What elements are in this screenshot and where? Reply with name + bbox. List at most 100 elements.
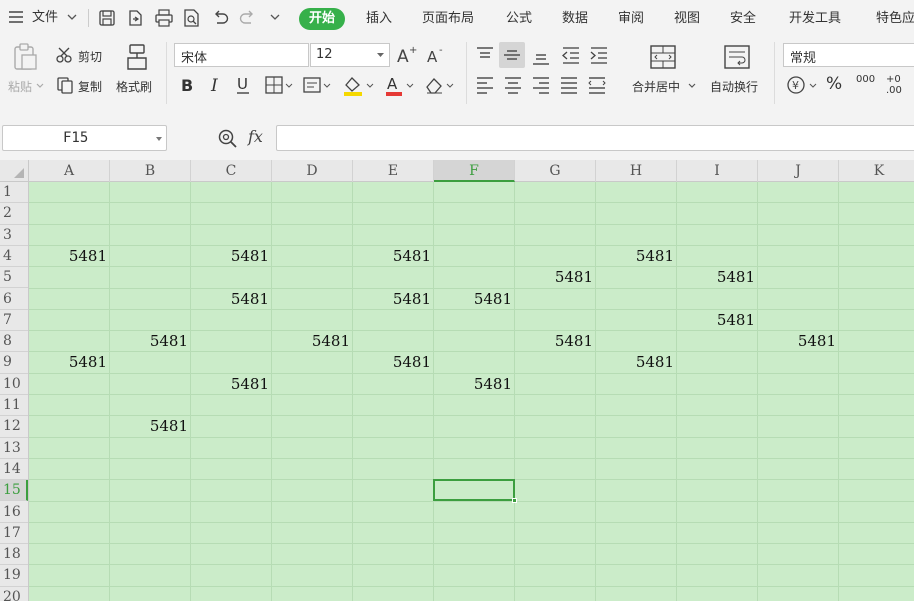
zoom-icon[interactable] (217, 128, 239, 154)
row-header-4[interactable]: 4 (0, 246, 28, 268)
fill-handle[interactable] (512, 498, 517, 504)
row-header-17[interactable]: 17 (0, 523, 28, 545)
align-left-icon[interactable] (474, 74, 496, 100)
format-painter-button[interactable]: 格式刷 (116, 78, 152, 95)
format-painter-icon[interactable] (122, 42, 152, 76)
align-middle-icon[interactable] (499, 42, 525, 68)
tab-insert[interactable]: 插入 (366, 8, 392, 30)
cell-c10[interactable]: 5481 (191, 374, 272, 395)
row-header-7[interactable]: 7 (0, 310, 28, 332)
row-header-20[interactable]: 20 (0, 587, 28, 601)
justify-icon[interactable] (558, 74, 580, 100)
column-header-a[interactable]: A (29, 160, 110, 182)
column-header-h[interactable]: H (596, 160, 677, 182)
merge-center-icon[interactable] (648, 42, 678, 76)
row-header-9[interactable]: 9 (0, 352, 28, 374)
formula-input[interactable] (276, 125, 914, 151)
select-all-corner[interactable] (0, 160, 29, 182)
cell-g8[interactable]: 5481 (515, 331, 596, 352)
indent-icon[interactable] (588, 44, 610, 70)
align-right-icon[interactable] (530, 74, 552, 100)
tab-review[interactable]: 审阅 (618, 8, 644, 30)
fill-color-icon[interactable] (342, 74, 376, 100)
cell-e9[interactable]: 5481 (353, 352, 434, 373)
cell-j8[interactable]: 5481 (758, 331, 839, 352)
undo-icon[interactable] (210, 0, 230, 36)
row-header-6[interactable]: 6 (0, 289, 28, 310)
export-pdf-icon[interactable] (126, 0, 144, 36)
row-header-3[interactable]: 3 (0, 225, 28, 246)
column-header-c[interactable]: C (191, 160, 272, 182)
row-header-15[interactable]: 15 (0, 480, 28, 502)
merge-dropdown-icon[interactable] (688, 80, 696, 95)
column-header-e[interactable]: E (353, 160, 434, 182)
row-header-14[interactable]: 14 (0, 459, 28, 481)
row-header-2[interactable]: 2 (0, 203, 28, 225)
underline-icon[interactable]: U (234, 74, 252, 100)
spreadsheet-grid[interactable]: 5481 5481 5481 5481 5481 5481 5481 5481 5481 5481… (0, 160, 914, 601)
cell-d8[interactable]: 5481 (272, 331, 353, 352)
row-header-12[interactable]: 12 (0, 416, 28, 438)
paste-dropdown-icon[interactable] (36, 78, 44, 96)
cell-e6[interactable]: 5481 (353, 289, 434, 310)
print-preview-icon[interactable] (182, 0, 202, 36)
file-menu[interactable]: 文件 (8, 0, 80, 36)
column-header-f[interactable]: F (434, 160, 515, 182)
cut-button[interactable]: 剪切 (78, 48, 102, 65)
tab-view[interactable]: 视图 (674, 8, 700, 30)
column-header-b[interactable]: B (110, 160, 191, 182)
copy-button[interactable]: 复制 (78, 78, 102, 95)
row-header-8[interactable]: 8 (0, 331, 28, 353)
row-header-13[interactable]: 13 (0, 438, 28, 459)
tab-data[interactable]: 数据 (562, 8, 588, 30)
cell-i7[interactable]: 5481 (677, 310, 758, 331)
print-icon[interactable] (154, 0, 174, 36)
cell-h9[interactable]: 5481 (596, 352, 677, 373)
align-bottom-icon[interactable] (530, 44, 552, 70)
tab-security[interactable]: 安全 (730, 8, 756, 30)
border-icon[interactable] (264, 74, 294, 100)
outdent-icon[interactable] (560, 44, 582, 70)
font-name-select[interactable]: 宋体 (174, 43, 309, 67)
merge-center-button[interactable]: 合并居中 (632, 78, 680, 95)
align-top-icon[interactable] (474, 44, 496, 70)
font-color-icon[interactable]: A (384, 74, 416, 100)
wrap-text-icon[interactable] (722, 42, 752, 76)
cell-e4[interactable]: 5481 (353, 246, 434, 267)
cell-i5[interactable]: 5481 (677, 267, 758, 288)
tab-special[interactable]: 特色应 (876, 8, 914, 30)
eraser-icon[interactable] (424, 74, 456, 100)
currency-icon[interactable]: ¥ (786, 74, 820, 100)
percent-button[interactable]: % (826, 74, 842, 94)
row-header-1[interactable]: 1 (0, 182, 28, 204)
quick-access-more-icon[interactable] (268, 0, 282, 36)
tab-developer[interactable]: 开发工具 (789, 8, 841, 30)
paste-button[interactable]: 粘贴 (8, 78, 32, 95)
bold-icon[interactable]: B (178, 74, 196, 100)
row-header-11[interactable]: 11 (0, 395, 28, 417)
redo-icon[interactable] (238, 0, 258, 36)
insert-function-button[interactable]: fx (248, 127, 263, 146)
increase-decimal-button[interactable]: +0 .00 (886, 74, 912, 96)
column-header-g[interactable]: G (515, 160, 596, 182)
column-header-k[interactable]: K (839, 160, 914, 182)
align-center-icon[interactable] (502, 74, 524, 100)
save-icon[interactable] (98, 0, 116, 36)
cell-h4[interactable]: 5481 (596, 246, 677, 267)
row-header-16[interactable]: 16 (0, 502, 28, 523)
name-box[interactable]: F15 (2, 125, 167, 151)
cell-c4[interactable]: 5481 (191, 246, 272, 267)
wrap-text-button[interactable]: 自动换行 (710, 78, 758, 95)
tab-page-layout[interactable]: 页面布局 (422, 8, 474, 30)
distributed-align-icon[interactable] (586, 74, 608, 100)
column-header-j[interactable]: J (758, 160, 839, 182)
row-header-5[interactable]: 5 (0, 267, 28, 289)
italic-icon[interactable]: I (206, 74, 224, 100)
font-size-select[interactable]: 12 (310, 43, 390, 67)
row-header-19[interactable]: 19 (0, 565, 28, 587)
row-header-10[interactable]: 10 (0, 374, 28, 395)
cell-f6[interactable]: 5481 (434, 289, 515, 310)
column-header-d[interactable]: D (272, 160, 353, 182)
cell-style-icon[interactable] (302, 74, 332, 100)
thousands-separator-button[interactable]: 000 (856, 74, 875, 85)
